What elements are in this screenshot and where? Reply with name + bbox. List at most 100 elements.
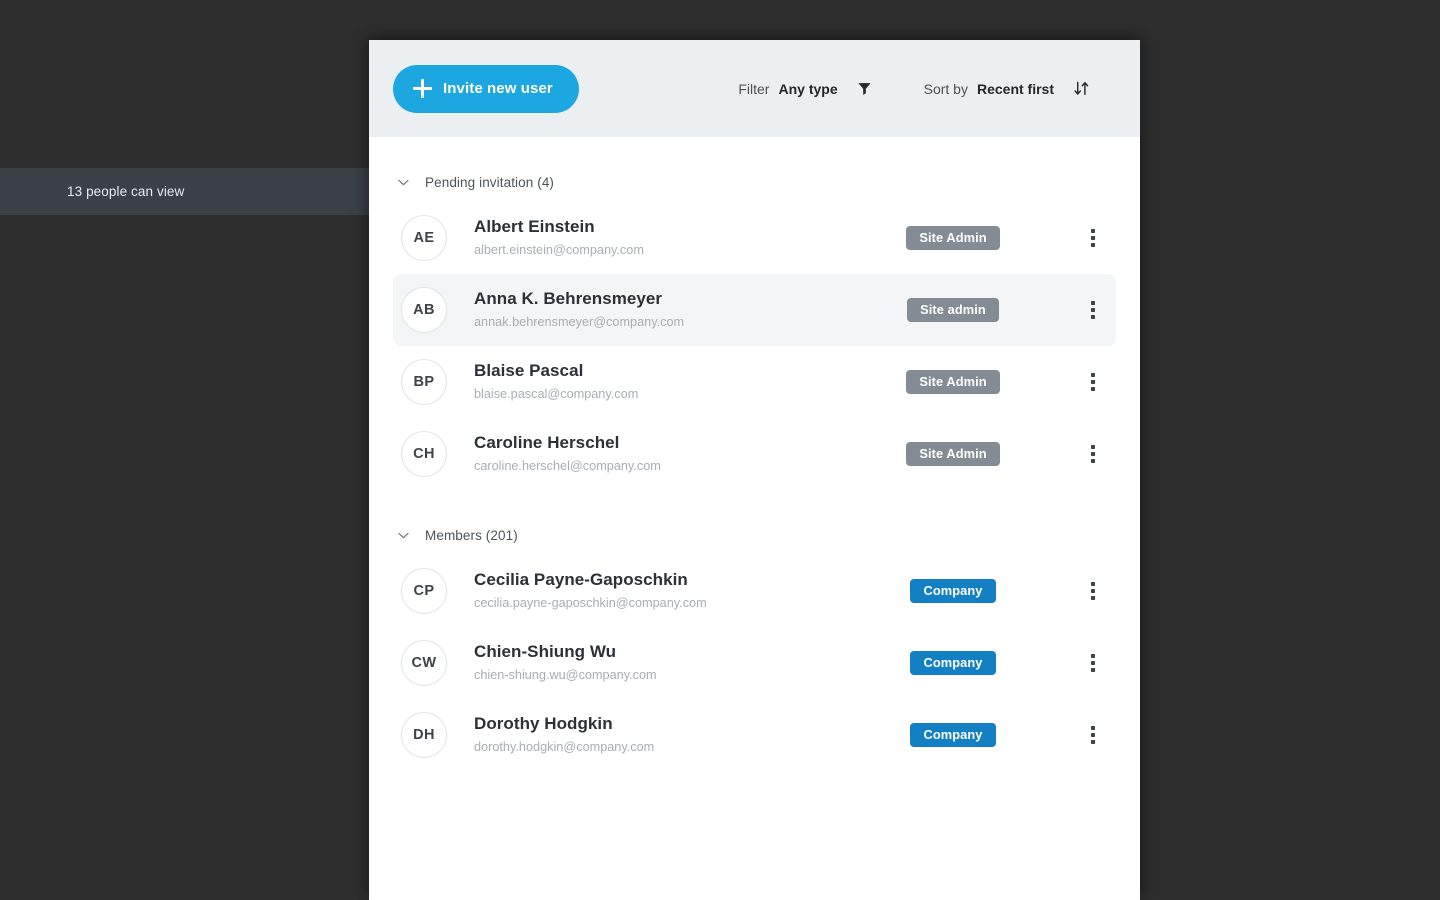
user-email: albert.einstein@company.com: [474, 242, 644, 257]
kebab-dot: [1091, 229, 1095, 233]
user-row[interactable]: CP Cecilia Payne-Gaposchkin cecilia.payne-…: [393, 555, 1116, 627]
user-email: annak.behrensmeyer@company.com: [474, 314, 685, 329]
badge-slot: Site Admin: [878, 226, 1028, 250]
section-title: Members (201): [425, 527, 518, 543]
invite-new-user-button[interactable]: Invite new user: [393, 64, 579, 113]
kebab-dot: [1091, 582, 1095, 586]
user-name: Anna K. Behrensmeyer: [474, 289, 663, 309]
avatar: DH: [401, 712, 447, 758]
filter-value: Any type: [778, 80, 838, 97]
avatar: CP: [401, 568, 447, 614]
viewers-band: 13 people can view: [0, 168, 369, 215]
user-email: caroline.herschel@company.com: [474, 458, 661, 473]
role-badge: Company: [910, 579, 996, 603]
section-header[interactable]: Pending invitation (4): [393, 162, 1116, 202]
kebab-dot: [1091, 668, 1095, 672]
section-title: Pending invitation (4): [425, 174, 555, 190]
user-identity: Dorothy Hodgkin dorothy.hodgkin@company.c…: [474, 713, 878, 756]
avatar: AB: [401, 287, 447, 333]
user-identity: Albert Einstein albert.einstein@company.c…: [474, 216, 878, 259]
toolbar-controls: Filter Any type Sort by Recent first: [738, 80, 1116, 98]
role-badge: Site Admin: [906, 226, 1000, 250]
user-name: Dorothy Hodgkin: [474, 714, 613, 734]
user-name: Albert Einstein: [474, 217, 595, 237]
user-email: chien-shiung.wu@company.com: [474, 667, 657, 682]
kebab-dot: [1091, 445, 1095, 449]
chevron-down-icon[interactable]: [394, 173, 412, 191]
toolbar: Invite new user Filter Any type Sort by …: [369, 40, 1140, 137]
kebab-dot: [1091, 387, 1095, 391]
avatar: CH: [401, 431, 447, 477]
avatar: AE: [401, 215, 447, 261]
user-name: Cecilia Payne-Gaposchkin: [474, 570, 688, 590]
viewers-label: 13 people can view: [67, 184, 185, 199]
sort-value: Recent first: [976, 80, 1054, 97]
kebab-dot: [1091, 733, 1095, 737]
plus-icon: [413, 79, 432, 98]
user-name: Caroline Herschel: [474, 433, 620, 453]
invite-new-user-label: Invite new user: [443, 80, 553, 97]
user-row[interactable]: CW Chien-Shiung Wu chien-shiung.wu@company…: [393, 627, 1116, 699]
user-row[interactable]: DH Dorothy Hodgkin dorothy.hodgkin@company…: [393, 699, 1116, 771]
row-more-options-icon[interactable]: [1072, 714, 1114, 756]
user-name: Blaise Pascal: [474, 361, 584, 381]
row-more-options-icon[interactable]: [1072, 642, 1114, 684]
badge-slot: Company: [878, 579, 1028, 603]
role-badge: Site Admin: [906, 370, 1000, 394]
row-more-options-icon[interactable]: [1072, 289, 1114, 331]
badge-slot: Company: [878, 651, 1028, 675]
user-row[interactable]: AB Anna K. Behrensmeyer annak.behrensmeyer…: [393, 274, 1116, 346]
user-identity: Anna K. Behrensmeyer annak.behrensmeyer@c…: [474, 288, 878, 331]
kebab-dot: [1091, 380, 1095, 384]
kebab-dot: [1091, 654, 1095, 658]
row-more-options-icon[interactable]: [1072, 361, 1114, 403]
user-email: blaise.pascal@company.com: [474, 386, 639, 401]
sort-control[interactable]: Sort by Recent first: [924, 80, 1090, 98]
role-badge: Site Admin: [906, 442, 1000, 466]
avatar: BP: [401, 359, 447, 405]
kebab-dot: [1091, 740, 1095, 744]
row-more-options-icon[interactable]: [1072, 217, 1114, 259]
role-badge: Site admin: [907, 298, 999, 322]
kebab-dot: [1091, 726, 1095, 730]
badge-slot: Site Admin: [878, 442, 1028, 466]
kebab-dot: [1091, 243, 1095, 247]
kebab-dot: [1091, 459, 1095, 463]
user-list: Pending invitation (4) AE Albert Einstein a…: [369, 137, 1140, 900]
kebab-dot: [1091, 596, 1095, 600]
user-row[interactable]: AE Albert Einstein albert.einstein@company…: [393, 202, 1116, 274]
row-more-options-icon[interactable]: [1072, 570, 1114, 612]
row-more-options-icon[interactable]: [1072, 433, 1114, 475]
funnel-icon[interactable]: [856, 80, 874, 98]
role-badge: Company: [910, 723, 996, 747]
user-identity: Blaise Pascal blaise.pascal@company.com: [474, 360, 878, 403]
kebab-dot: [1091, 301, 1095, 305]
user-identity: Cecilia Payne-Gaposchkin cecilia.payne-ga…: [474, 569, 878, 612]
kebab-dot: [1091, 236, 1095, 240]
filter-control[interactable]: Filter Any type: [738, 80, 873, 98]
avatar: CW: [401, 640, 447, 686]
user-row[interactable]: BP Blaise Pascal blaise.pascal@company.com…: [393, 346, 1116, 418]
sort-arrows-icon[interactable]: [1072, 80, 1090, 98]
section-header[interactable]: Members (201): [393, 515, 1116, 555]
badge-slot: Company: [878, 723, 1028, 747]
kebab-dot: [1091, 308, 1095, 312]
sort-label: Sort by: [923, 80, 968, 97]
filter-label: Filter: [738, 80, 770, 97]
user-identity: Chien-Shiung Wu chien-shiung.wu@company.c…: [474, 641, 878, 684]
kebab-dot: [1091, 589, 1095, 593]
kebab-dot: [1091, 373, 1095, 377]
kebab-dot: [1091, 661, 1095, 665]
badge-slot: Site admin: [878, 298, 1028, 322]
user-name: Chien-Shiung Wu: [474, 642, 617, 662]
user-row[interactable]: CH Caroline Herschel caroline.herschel@com…: [393, 418, 1116, 490]
kebab-dot: [1091, 315, 1095, 319]
user-email: dorothy.hodgkin@company.com: [474, 739, 655, 754]
role-badge: Company: [910, 651, 996, 675]
chevron-down-icon[interactable]: [394, 526, 412, 544]
kebab-dot: [1091, 452, 1095, 456]
badge-slot: Site Admin: [878, 370, 1028, 394]
user-identity: Caroline Herschel caroline.herschel@compa…: [474, 432, 878, 475]
user-management-panel: Invite new user Filter Any type Sort by …: [369, 40, 1140, 900]
user-email: cecilia.payne-gaposchkin@company.com: [474, 595, 707, 610]
